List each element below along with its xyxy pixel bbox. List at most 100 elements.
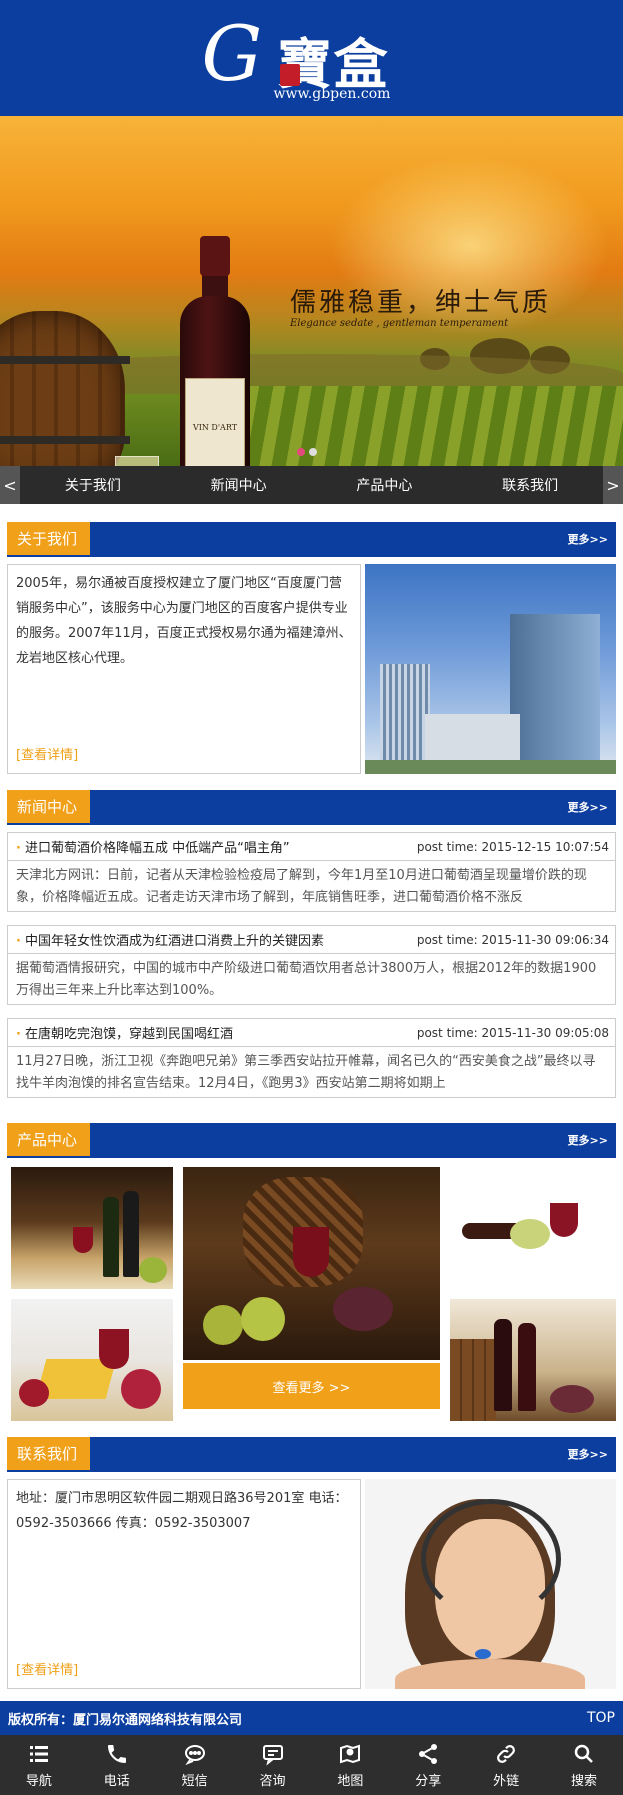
view-details-link[interactable]: [查看详情] [16, 744, 78, 763]
nav-item-products[interactable]: 产品中心 [312, 475, 458, 495]
tab-consult[interactable]: 咨询 [234, 1735, 312, 1795]
grapes-shape [333, 1287, 393, 1331]
mic-shape [475, 1649, 491, 1659]
contact-content: 地址：厦门市思明区软件园二期观日路36号201室 电话：0592-3503666… [7, 1479, 361, 1689]
nav-item-news[interactable]: 新闻中心 [166, 475, 312, 495]
banner-pagination [297, 448, 317, 456]
bottom-tab-bar: 导航 电话 短信 咨询 地图 分享 外链 搜索 [0, 1735, 623, 1795]
news-title[interactable]: 在唐朝吃完泡馍，穿越到民国喝红酒 [16, 1023, 233, 1042]
barrel-hoop [0, 436, 130, 444]
phone-icon [107, 1744, 126, 1763]
link-icon [497, 1744, 516, 1763]
contact-text: 地址：厦门市思明区软件园二期观日路36号201室 电话：0592-3503666… [16, 1491, 348, 1531]
glass-shape [293, 1227, 329, 1277]
product-image[interactable] [450, 1167, 616, 1289]
share-icon [419, 1743, 438, 1764]
customer-service-image [365, 1479, 616, 1689]
view-more-button[interactable]: 查看更多 >> [183, 1363, 440, 1409]
tab-label: 导航 [25, 1773, 52, 1789]
glass-shape [73, 1227, 93, 1253]
section-title: 联系我们 [7, 1437, 90, 1470]
bottle-label: VIN D'ART [185, 378, 245, 466]
news-time: post time: 2015-12-15 10:07:54 [416, 839, 609, 854]
copyright-text: 版权所有：厦门易尔通网络科技有限公司 [8, 1712, 243, 1728]
map-icon [340, 1744, 361, 1763]
logo-seal-icon [279, 64, 300, 86]
news-section: 新闻中心 更多>> 进口葡萄酒价格降幅五成 中低端产品“唱主角” post ti… [7, 790, 616, 1110]
tab-phone[interactable]: 电话 [78, 1735, 156, 1795]
office-building-image [365, 564, 616, 774]
building-shape [510, 614, 600, 774]
grapes-shape [139, 1257, 167, 1283]
news-title[interactable]: 进口葡萄酒价格降幅五成 中低端产品“唱主角” [16, 837, 290, 856]
tab-label: 分享 [415, 1773, 442, 1789]
pagination-dot[interactable] [309, 448, 317, 456]
news-summary: 11月27日晚，浙江卫视《奔跑吧兄弟》第三季西安站拉开帷幕，闻名已久的“西安美食… [16, 1054, 596, 1091]
tab-map[interactable]: 地图 [312, 1735, 390, 1795]
menu-icon [29, 1745, 48, 1762]
news-item[interactable]: 进口葡萄酒价格降幅五成 中低端产品“唱主角” post time: 2015-1… [7, 832, 616, 912]
news-item[interactable]: 中国年轻女性饮酒成为红酒进口消费上升的关键因素 post time: 2015-… [7, 925, 616, 1005]
banner-slogan-en: Elegance sedate , gentleman temperament [290, 318, 509, 329]
section-title: 新闻中心 [7, 790, 90, 823]
about-section: 关于我们 更多>> 2005年，易尔通被百度授权建立了厦门地区“百度厦门营销服务… [7, 522, 616, 776]
news-time: post time: 2015-11-30 09:05:08 [416, 1025, 609, 1040]
news-title[interactable]: 中国年轻女性饮酒成为红酒进口消费上升的关键因素 [16, 930, 324, 949]
news-item[interactable]: 在唐朝吃完泡馍，穿越到民国喝红酒 post time: 2015-11-30 0… [7, 1018, 616, 1098]
logo-url: www.gbpen.com [273, 86, 391, 102]
site-header: G 寶盒 www.gbpen.com [0, 0, 623, 116]
tab-label: 短信 [181, 1773, 208, 1789]
more-link[interactable]: 更多>> [568, 1123, 616, 1156]
site-footer: 版权所有：厦门易尔通网络科技有限公司 TOP [0, 1701, 623, 1735]
pagination-dot-active[interactable] [297, 448, 305, 456]
product-image[interactable] [450, 1299, 616, 1421]
products-section: 产品中心 更多>> 查看更多 >> [7, 1123, 616, 1421]
tab-label: 外链 [493, 1773, 520, 1789]
about-text: 2005年，易尔通被百度授权建立了厦门地区“百度厦门营销服务中心”，该服务中心为… [16, 576, 352, 666]
product-image[interactable] [11, 1299, 173, 1421]
section-title: 关于我们 [7, 522, 90, 555]
news-summary: 据葡萄酒情报研究，中国的城市中产阶级进口葡萄酒饮用者总计3800万人，根据201… [16, 961, 597, 998]
section-header: 联系我们 更多>> [7, 1437, 616, 1472]
main-nav: < 关于我们 新闻中心 产品中心 联系我们 > [0, 466, 623, 504]
tab-search[interactable]: 搜索 [545, 1735, 623, 1795]
tab-share[interactable]: 分享 [389, 1735, 467, 1795]
hero-banner[interactable]: VIN D'ART 儒雅稳重，绅士气质 Elegance sedate , ge… [0, 116, 623, 466]
grapes-shape [510, 1219, 550, 1249]
tab-link[interactable]: 外链 [467, 1735, 545, 1795]
bottle-shape [518, 1323, 536, 1411]
nav-prev-arrow-icon[interactable]: < [0, 466, 20, 504]
more-link[interactable]: 更多>> [568, 790, 616, 823]
fruit-shape [19, 1379, 49, 1407]
barrel-hoop [0, 356, 130, 364]
more-link[interactable]: 更多>> [568, 522, 616, 555]
product-image[interactable] [183, 1167, 440, 1360]
tab-sms[interactable]: 短信 [156, 1735, 234, 1795]
contact-section: 联系我们 更多>> 地址：厦门市思明区软件园二期观日路36号201室 电话：05… [7, 1437, 616, 1691]
bottle-shape [103, 1197, 119, 1277]
bottle-cap [200, 236, 230, 276]
apple-shape [241, 1297, 285, 1341]
ground-shape [365, 760, 616, 774]
site-logo[interactable]: G 寶盒 www.gbpen.com [202, 10, 422, 106]
fruit-shape [121, 1369, 161, 1409]
bottle-shape [494, 1319, 512, 1411]
sms-icon [184, 1744, 205, 1765]
back-to-top-button[interactable]: TOP [587, 1710, 615, 1726]
section-header: 产品中心 更多>> [7, 1123, 616, 1158]
nav-item-contact[interactable]: 联系我们 [457, 475, 603, 495]
nav-next-arrow-icon[interactable]: > [603, 466, 623, 504]
glass-shape [99, 1329, 129, 1369]
news-summary: 天津北方网讯：日前，记者从天津检验检疫局了解到，今年1月至10月进口葡萄酒呈现量… [16, 868, 587, 905]
tab-nav[interactable]: 导航 [0, 1735, 78, 1795]
view-details-link[interactable]: [查看详情] [16, 1659, 78, 1678]
tab-label: 咨询 [259, 1773, 286, 1789]
tab-label: 搜索 [571, 1773, 598, 1789]
section-header: 新闻中心 更多>> [7, 790, 616, 825]
banner-slogan: 儒雅稳重，绅士气质 [290, 288, 552, 318]
tab-label: 电话 [103, 1773, 130, 1789]
product-image[interactable] [11, 1167, 173, 1289]
wine-glass-image [115, 456, 159, 466]
nav-item-about[interactable]: 关于我们 [20, 475, 166, 495]
more-link[interactable]: 更多>> [568, 1437, 616, 1470]
